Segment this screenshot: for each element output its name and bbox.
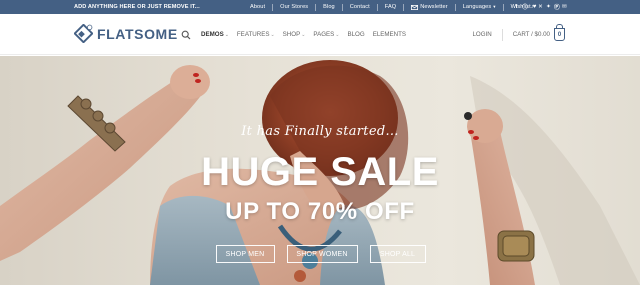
- facebook-icon[interactable]: f: [514, 4, 519, 10]
- languages-label: Languages: [462, 4, 492, 10]
- nav-label: ELEMENTS: [372, 31, 407, 38]
- account-nav: LOGIN CART / $0.00 0: [472, 14, 565, 55]
- instagram-icon[interactable]: ◯: [522, 4, 528, 10]
- twitter-bird-icon[interactable]: ✦: [546, 4, 551, 10]
- top-link-contact[interactable]: Contact: [343, 4, 377, 10]
- tiktok-icon[interactable]: ♪: [530, 4, 535, 10]
- flatsome-logo-icon: [74, 24, 93, 43]
- shop-men-button[interactable]: SHOP MEN: [215, 245, 275, 263]
- nav-label: DEMOS: [201, 31, 224, 38]
- nav-item-pages[interactable]: PAGES ⌄: [309, 31, 343, 38]
- logo-text: FLATSOME: [97, 25, 178, 42]
- top-link-faq[interactable]: FAQ: [378, 4, 404, 10]
- hero-banner: It has Finally started... HUGE SALE UP T…: [0, 56, 640, 285]
- cart-bag-icon[interactable]: 0: [554, 24, 565, 41]
- social-icons: f ◯ ♪ ✕ ✦ Ⓟ ✉: [514, 0, 567, 14]
- chevron-down-icon: ⌄: [270, 31, 275, 38]
- cart-link[interactable]: CART / $0.00: [513, 31, 550, 38]
- nav-label: BLOG: [347, 31, 365, 38]
- chevron-down-icon: ⌄: [335, 31, 340, 38]
- shop-all-button[interactable]: SHOP ALL: [369, 245, 426, 263]
- nav-item-features[interactable]: FEATURES ⌄: [233, 31, 279, 38]
- hero-subhead: UP TO 70% OFF: [225, 198, 415, 225]
- languages-dropdown[interactable]: Languages ▾: [456, 4, 503, 10]
- x-twitter-icon[interactable]: ✕: [538, 4, 543, 10]
- pinterest-icon[interactable]: Ⓟ: [554, 3, 560, 11]
- nav-item-elements[interactable]: ELEMENTS: [369, 31, 410, 38]
- nav-label: PAGES: [313, 31, 335, 38]
- chevron-down-icon: ▾: [493, 4, 496, 9]
- nav-item-demos[interactable]: DEMOS ⌄: [197, 31, 233, 38]
- main-header: FLATSOME DEMOS ⌄ FEATURES ⌄ SHOP ⌄ PAGES…: [0, 14, 640, 55]
- newsletter-label: Newsletter: [420, 4, 448, 10]
- top-bar: ADD ANYTHING HERE OR JUST REMOVE IT... A…: [0, 0, 640, 14]
- newsletter-link[interactable]: Newsletter: [404, 4, 454, 10]
- chevron-down-icon: ⌄: [301, 31, 306, 38]
- hero-tagline: It has Finally started...: [241, 124, 399, 139]
- envelope-icon: [411, 4, 419, 10]
- hero-headline: HUGE SALE: [201, 150, 439, 194]
- nav-item-shop[interactable]: SHOP ⌄: [279, 31, 310, 38]
- logo[interactable]: FLATSOME: [74, 24, 178, 43]
- email-icon[interactable]: ✉: [562, 4, 567, 10]
- main-nav: DEMOS ⌄ FEATURES ⌄ SHOP ⌄ PAGES ⌄ BLOG E…: [181, 14, 410, 55]
- nav-label: SHOP: [282, 31, 301, 38]
- nav-item-blog[interactable]: BLOG: [343, 31, 368, 38]
- cart-count-badge: 0: [557, 31, 562, 38]
- login-link[interactable]: LOGIN: [472, 31, 491, 38]
- nav-label: FEATURES: [236, 31, 270, 38]
- top-link-our-stores[interactable]: Our Stores: [273, 4, 315, 10]
- top-link-about[interactable]: About: [243, 4, 272, 10]
- search-icon[interactable]: [181, 30, 191, 40]
- shop-women-button[interactable]: SHOP WOMEN: [286, 245, 358, 263]
- top-link-blog[interactable]: Blog: [316, 4, 342, 10]
- promo-text: ADD ANYTHING HERE OR JUST REMOVE IT...: [74, 4, 200, 10]
- hero-buttons: SHOP MEN SHOP WOMEN SHOP ALL: [0, 245, 640, 263]
- chevron-down-icon: ⌄: [224, 31, 229, 38]
- divider: [501, 28, 503, 41]
